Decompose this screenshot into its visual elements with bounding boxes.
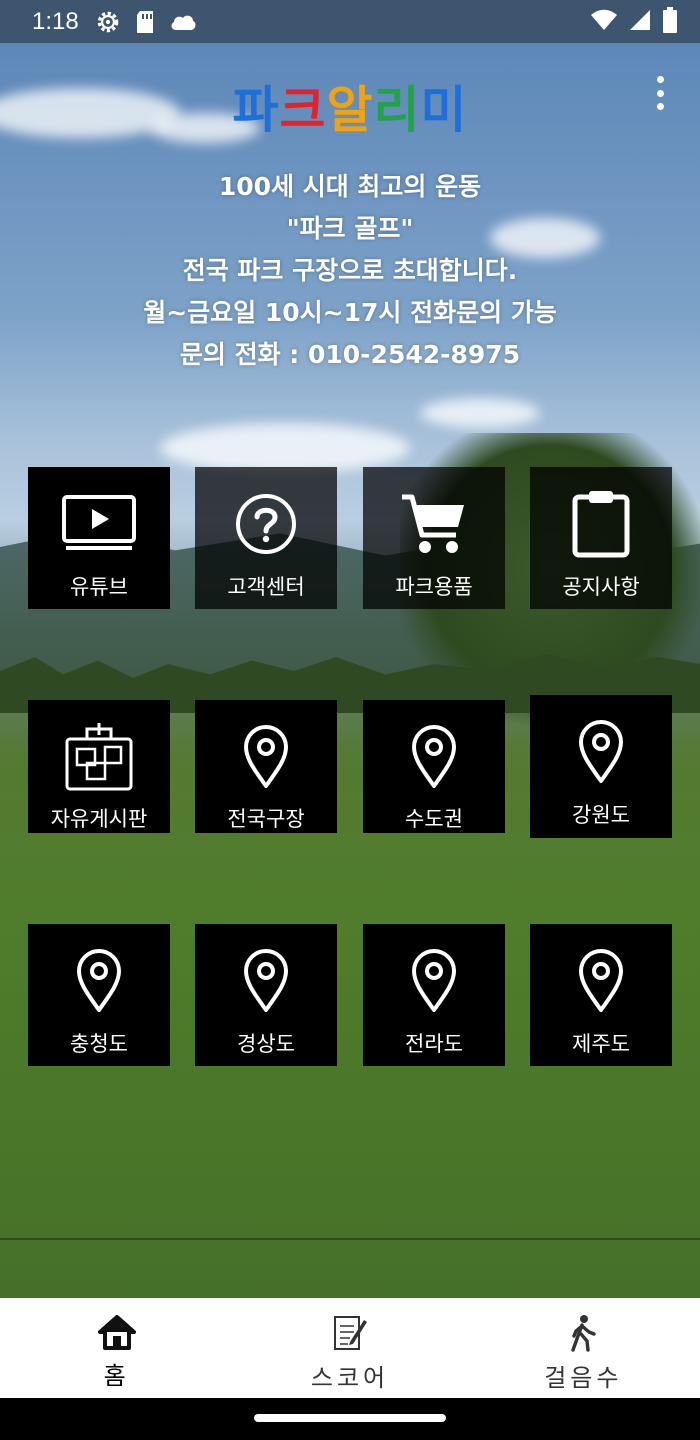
cloud-icon <box>169 12 197 32</box>
tile-gyeongsang[interactable]: 경상도 <box>195 924 337 1066</box>
bottom-nav: 홈 스코어 걸음수 <box>0 1298 700 1398</box>
tile-free-board[interactable]: 자유게시판 <box>28 700 170 833</box>
nav-label: 걸음수 <box>544 1364 623 1392</box>
intro-line: 100세 시대 최고의 운동 <box>218 172 482 201</box>
map-pin-icon <box>243 720 289 793</box>
gesture-area <box>0 1398 700 1440</box>
map-pin-icon <box>578 715 624 789</box>
tile-label: 제주도 <box>572 1032 630 1056</box>
nav-label: 스코어 <box>310 1364 390 1392</box>
help-circle-icon <box>234 487 298 561</box>
tile-label: 전국구장 <box>227 807 305 831</box>
tile-label: 충청도 <box>70 1032 128 1056</box>
cloud <box>160 423 410 473</box>
tile-gangwon[interactable]: 강원도 <box>530 695 672 838</box>
signal-icon <box>628 8 652 36</box>
clipboard-icon <box>571 487 631 561</box>
status-bar: 1:18 <box>0 0 700 43</box>
tile-jeolla[interactable]: 전라도 <box>363 924 505 1066</box>
tile-jeju[interactable]: 제주도 <box>530 924 672 1066</box>
map-pin-icon <box>578 944 624 1018</box>
map-pin-icon <box>411 944 457 1018</box>
tile-label: 유튜브 <box>70 575 128 599</box>
tv-play-icon <box>61 487 137 561</box>
sd-card-icon <box>135 10 155 34</box>
map-pin-icon <box>243 944 289 1018</box>
cart-icon <box>400 487 468 561</box>
status-time: 1:18 <box>32 7 79 35</box>
intro-line: 전국 파크 구장으로 초대합니다. <box>182 256 518 285</box>
bulletin-board-icon <box>63 720 135 793</box>
title-char: 파 <box>232 81 280 139</box>
tile-chungcheong[interactable]: 충청도 <box>28 924 170 1066</box>
title-char: 리 <box>373 81 421 139</box>
home-icon <box>97 1314 136 1354</box>
home-gesture-bar[interactable] <box>254 1414 446 1422</box>
tile-label: 전라도 <box>405 1032 463 1056</box>
tile-label: 자유게시판 <box>50 807 148 831</box>
tile-label: 고객센터 <box>227 575 305 599</box>
map-pin-icon <box>76 944 122 1018</box>
map-pin-icon <box>411 720 457 793</box>
cloud <box>420 398 540 428</box>
tile-capital-area[interactable]: 수도권 <box>363 700 505 833</box>
tile-label: 공지사항 <box>562 575 640 599</box>
tile-label: 강원도 <box>572 803 630 827</box>
nav-score[interactable]: 스코어 <box>233 1298 466 1398</box>
tile-notice[interactable]: 공지사항 <box>530 467 672 609</box>
nav-label: 홈 <box>103 1362 130 1390</box>
tile-park-goods[interactable]: 파크용품 <box>363 467 505 609</box>
tile-customer-center[interactable]: 고객센터 <box>195 467 337 609</box>
nav-steps[interactable]: 걸음수 <box>467 1298 700 1398</box>
score-sheet-icon <box>332 1314 368 1356</box>
tile-label: 파크용품 <box>395 575 473 599</box>
menu-dot <box>656 103 664 110</box>
intro-line: "파크 골프" <box>286 214 414 243</box>
title-char: 알 <box>326 81 374 139</box>
wifi-icon <box>590 9 618 35</box>
menu-dot <box>656 76 664 83</box>
title-char: 크 <box>279 81 327 139</box>
nav-home[interactable]: 홈 <box>0 1298 233 1398</box>
battery-icon <box>662 6 678 37</box>
menu-dot <box>656 89 664 97</box>
app-title: 파크알리미 <box>0 70 700 142</box>
walking-icon <box>568 1314 598 1356</box>
more-vert-icon[interactable] <box>648 76 672 110</box>
intro-text: 100세 시대 최고의 운동 "파크 골프" 전국 파크 구장으로 초대합니다.… <box>0 166 700 376</box>
gear-icon <box>95 9 121 35</box>
tile-youtube[interactable]: 유튜브 <box>28 467 170 609</box>
tile-label: 수도권 <box>405 807 463 831</box>
tile-national-course[interactable]: 전국구장 <box>195 700 337 833</box>
title-char: 미 <box>420 81 468 139</box>
tile-label: 경상도 <box>237 1032 295 1056</box>
grass-line <box>0 1238 700 1240</box>
phone-line: 문의 전화 : 010-2542-8975 <box>179 340 521 369</box>
status-right <box>590 6 678 37</box>
intro-line: 월~금요일 10시~17시 전화문의 가능 <box>143 298 557 327</box>
